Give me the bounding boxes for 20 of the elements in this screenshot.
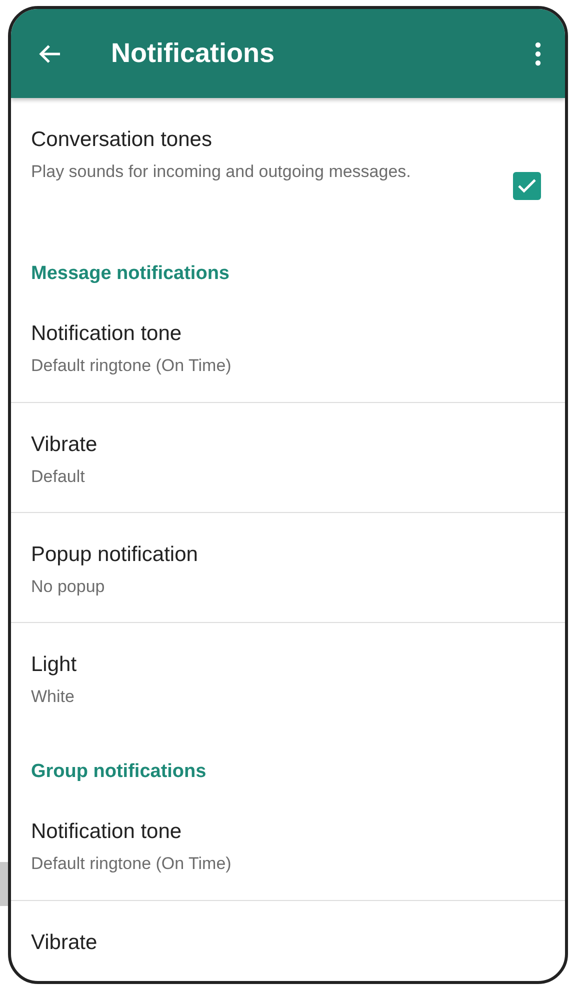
setting-title[interactable]: Light: [31, 651, 543, 679]
setting-title[interactable]: Popup notification: [31, 541, 543, 569]
more-options-icon[interactable]: [535, 42, 541, 66]
setting-summary: White: [31, 686, 76, 708]
section-header: Message notifications: [30, 262, 230, 286]
setting-summary: Default ringtone (On Time): [31, 355, 232, 377]
screen-title: Notifications: [111, 38, 276, 69]
setting-summary: Default: [31, 466, 86, 488]
setting-summary: Default ringtone (On Time): [31, 853, 232, 875]
back-arrow-icon[interactable]: [39, 44, 61, 64]
setting-summary: Play sounds for incoming and outgoing messages.: [31, 161, 412, 183]
checkmark-icon: [517, 178, 537, 194]
checkbox[interactable]: [513, 172, 541, 200]
setting-title[interactable]: Notification tone: [31, 818, 543, 846]
setting-title[interactable]: Conversation tones: [31, 126, 513, 154]
setting-summary: No popup: [31, 576, 106, 598]
setting-title[interactable]: Notification tone: [31, 320, 543, 348]
setting-title[interactable]: Vibrate: [31, 929, 543, 957]
section-header: Group notifications: [30, 760, 208, 784]
setting-title[interactable]: Vibrate: [31, 431, 543, 459]
